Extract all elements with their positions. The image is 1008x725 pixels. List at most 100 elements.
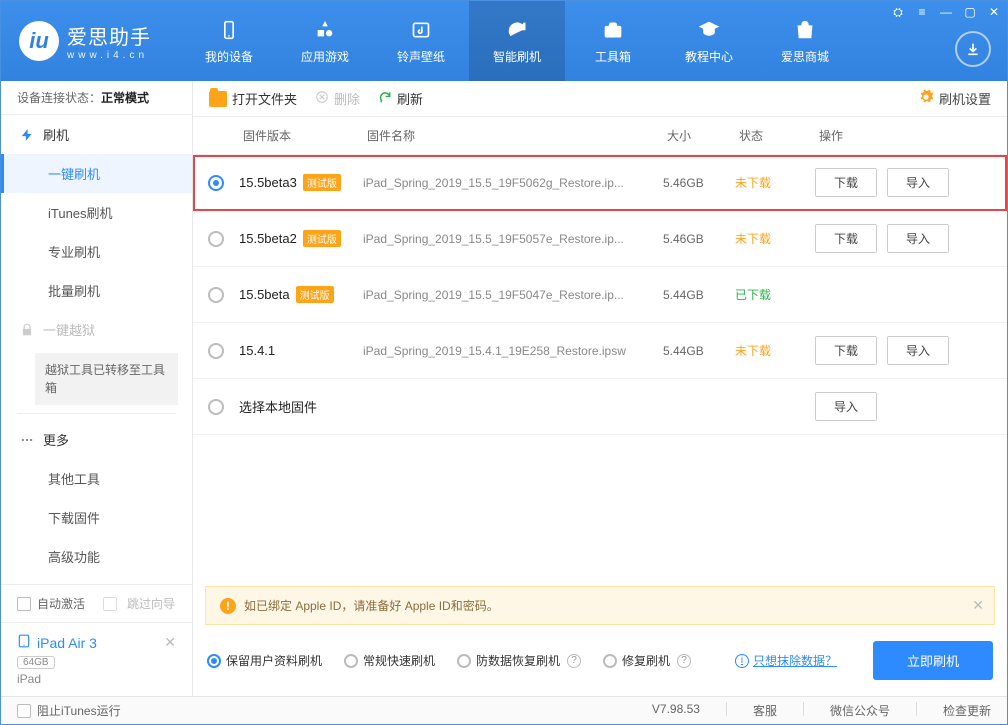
import-button[interactable]: 导入 — [887, 336, 949, 365]
firmware-row[interactable]: 选择本地固件 导入 — [193, 379, 1007, 435]
delete-icon — [315, 90, 329, 107]
firmware-version: 15.5beta测试版 — [239, 286, 363, 303]
sidebar-item-batch-flash[interactable]: 批量刷机 — [1, 271, 192, 310]
titlebar-list-icon[interactable]: ≡ — [915, 5, 929, 19]
sidebar-group-flash[interactable]: 刷机 — [1, 115, 192, 154]
erase-only-link[interactable]: i 只想抹除数据？ — [735, 652, 837, 669]
sidebar-item-pro-flash[interactable]: 专业刷机 — [1, 232, 192, 271]
row-radio[interactable] — [208, 343, 224, 359]
firmware-version: 选择本地固件 — [239, 397, 363, 416]
tutorial-icon — [695, 18, 723, 42]
sidebar-group-more[interactable]: 更多 — [1, 420, 192, 459]
firmware-filename: iPad_Spring_2019_15.4.1_19E258_Restore.i… — [363, 344, 663, 358]
block-itunes-checkbox[interactable] — [17, 704, 31, 718]
firmware-status: 未下载 — [735, 230, 815, 247]
download-button[interactable]: 下载 — [815, 336, 877, 365]
firmware-version: 15.5beta2测试版 — [239, 230, 363, 247]
appleid-warning: ! 如已绑定 Apple ID，请准备好 Apple ID和密码。 ✕ — [205, 586, 995, 625]
nav-tab-toolbox[interactable]: 工具箱 — [565, 1, 661, 81]
flash-settings-button[interactable]: 刷机设置 — [918, 89, 991, 108]
folder-icon — [209, 91, 227, 107]
col-name: 固件名称 — [363, 127, 663, 144]
refresh-icon — [378, 90, 392, 107]
opt-repair-flash[interactable]: 修复刷机 ? — [603, 652, 691, 669]
store-icon — [791, 18, 819, 42]
opt-fast-flash[interactable]: 常规快速刷机 — [344, 652, 435, 669]
status-bar: 阻止iTunes运行 V7.98.53 客服 微信公众号 检查更新 — [1, 696, 1007, 724]
titlebar-close-icon[interactable]: ✕ — [987, 5, 1001, 19]
auto-options: 自动激活 跳过向导 — [1, 585, 192, 622]
main-area: 设备连接状态：正常模式 刷机 一键刷机 iTunes刷机 专业刷机 批量刷机 一… — [1, 81, 1007, 696]
start-flash-button[interactable]: 立即刷机 — [873, 641, 993, 680]
app-version: V7.98.53 — [652, 702, 700, 719]
import-button[interactable]: 导入 — [887, 168, 949, 197]
nav-tab-apps[interactable]: 应用游戏 — [277, 1, 373, 81]
nav-tab-flash[interactable]: 智能刷机 — [469, 1, 565, 81]
import-button[interactable]: 导入 — [815, 392, 877, 421]
nav-tab-store[interactable]: 爱思商城 — [757, 1, 853, 81]
firmware-row[interactable]: 15.5beta2测试版 iPad_Spring_2019_15.5_19F50… — [193, 211, 1007, 267]
status-link-update[interactable]: 检查更新 — [943, 702, 991, 719]
sidebar-item-other-tools[interactable]: 其他工具 — [1, 459, 192, 498]
connected-device[interactable]: iPad Air 3 ✕ 64GB iPad — [1, 622, 192, 696]
refresh-button[interactable]: 刷新 — [378, 89, 423, 108]
delete-button: 删除 — [315, 89, 360, 108]
titlebar-menu-icon[interactable]: ⛭ — [891, 5, 905, 19]
flash-icon — [503, 18, 531, 42]
open-folder-button[interactable]: 打开文件夹 — [209, 89, 297, 108]
status-link-wechat[interactable]: 微信公众号 — [830, 702, 890, 719]
nav-tab-device[interactable]: 我的设备 — [181, 1, 277, 81]
opt-anti-recovery[interactable]: 防数据恢复刷机 ? — [457, 652, 581, 669]
col-size: 大小 — [663, 127, 735, 144]
firmware-list: 15.5beta3测试版 iPad_Spring_2019_15.5_19F50… — [193, 155, 1007, 586]
lock-icon — [19, 322, 35, 338]
titlebar-controls: ⛭ ≡ — ▢ ✕ — [891, 5, 1001, 19]
row-radio[interactable] — [208, 399, 224, 415]
help-icon[interactable]: ? — [677, 654, 691, 668]
auto-activate-checkbox[interactable] — [17, 597, 31, 611]
warning-close-icon[interactable]: ✕ — [972, 597, 984, 614]
warning-icon: ! — [220, 598, 236, 614]
nav-tab-tutorial[interactable]: 教程中心 — [661, 1, 757, 81]
connection-status: 设备连接状态：正常模式 — [1, 81, 192, 115]
sidebar-item-advanced[interactable]: 高级功能 — [1, 537, 192, 576]
flash-icon — [19, 127, 35, 143]
skip-guide-label: 跳过向导 — [127, 595, 175, 612]
titlebar-maximize-icon[interactable]: ▢ — [963, 5, 977, 19]
firmware-row[interactable]: 15.4.1 iPad_Spring_2019_15.4.1_19E258_Re… — [193, 323, 1007, 379]
firmware-ops: 下载导入 — [815, 168, 1007, 197]
toolbar: 打开文件夹 删除 刷新 刷机设置 — [193, 81, 1007, 117]
sidebar-item-download-firmware[interactable]: 下载固件 — [1, 498, 192, 537]
apps-icon — [311, 18, 339, 42]
sidebar-item-oneclick-flash[interactable]: 一键刷机 — [1, 154, 192, 193]
table-header: 固件版本 固件名称 大小 状态 操作 — [193, 117, 1007, 155]
download-manager-icon[interactable] — [955, 31, 991, 67]
device-close-icon[interactable]: ✕ — [164, 634, 176, 651]
firmware-row[interactable]: 15.5beta3测试版 iPad_Spring_2019_15.5_19F50… — [193, 155, 1007, 211]
beta-badge: 测试版 — [296, 286, 334, 303]
titlebar-minimize-icon[interactable]: — — [939, 5, 953, 19]
help-icon[interactable]: ? — [567, 654, 581, 668]
sidebar-item-itunes-flash[interactable]: iTunes刷机 — [1, 193, 192, 232]
row-radio[interactable] — [208, 287, 224, 303]
download-button[interactable]: 下载 — [815, 168, 877, 197]
row-radio[interactable] — [208, 231, 224, 247]
row-radio[interactable] — [208, 175, 224, 191]
download-button[interactable]: 下载 — [815, 224, 877, 253]
opt-keep-data[interactable]: 保留用户资料刷机 — [207, 652, 322, 669]
firmware-size: 5.46GB — [663, 176, 735, 190]
more-icon — [19, 432, 35, 448]
logo-icon: iu — [19, 21, 59, 61]
beta-badge: 测试版 — [303, 230, 341, 247]
device-capacity: 64GB — [17, 656, 55, 669]
import-button[interactable]: 导入 — [887, 224, 949, 253]
firmware-row[interactable]: 15.5beta测试版 iPad_Spring_2019_15.5_19F504… — [193, 267, 1007, 323]
status-link-support[interactable]: 客服 — [753, 702, 777, 719]
radio-icon — [457, 654, 471, 668]
sidebar-group-jailbreak: 一键越狱 — [1, 310, 192, 349]
content-area: 打开文件夹 删除 刷新 刷机设置 固件版本 固件名称 大小 状态 操作 — [193, 81, 1007, 696]
nav-tab-media[interactable]: 铃声壁纸 — [373, 1, 469, 81]
skip-guide-checkbox[interactable] — [103, 597, 117, 611]
jailbreak-moved-note: 越狱工具已转移至工具箱 — [35, 353, 178, 405]
block-itunes-label: 阻止iTunes运行 — [37, 702, 121, 719]
